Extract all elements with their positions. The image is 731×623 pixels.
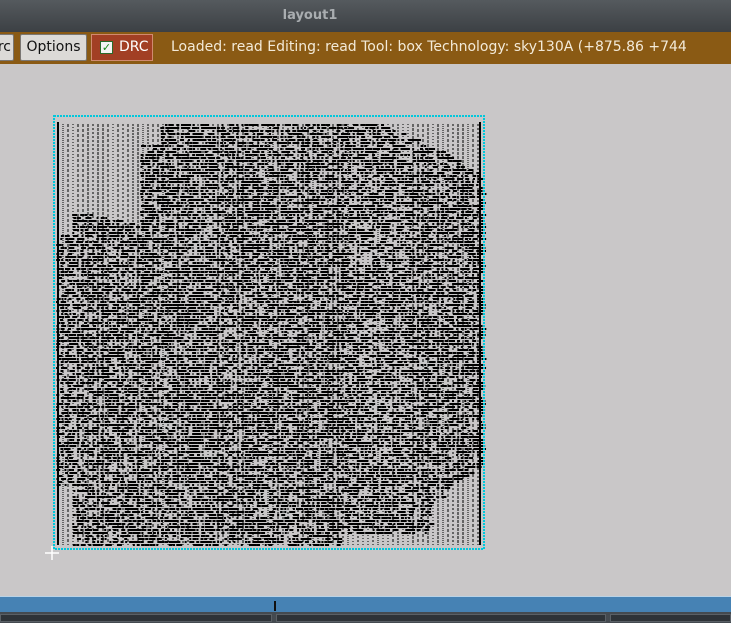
status-text: Loaded: read Editing: read Tool: box Tec… [171, 39, 687, 55]
drc-label: DRC [119, 39, 149, 55]
crosshair-icon [45, 546, 59, 560]
scroll-marker[interactable] [274, 601, 276, 611]
window-title: layout1 [282, 8, 338, 23]
options-button[interactable]: Options [20, 34, 87, 61]
drc-menu-button[interactable]: rc [0, 34, 14, 61]
layout-canvas[interactable] [0, 64, 731, 596]
title-bar: layout1 [0, 0, 731, 32]
taskbar-strip [0, 612, 731, 623]
taskbar-segment[interactable] [276, 614, 606, 622]
drc-toggle-button[interactable]: ✓ DRC [91, 34, 153, 61]
taskbar-segment[interactable] [0, 614, 272, 622]
layout-geometry [53, 115, 487, 550]
status-bar[interactable] [0, 596, 731, 613]
checkbox-icon[interactable]: ✓ [100, 41, 113, 54]
taskbar-segment[interactable] [610, 614, 731, 622]
